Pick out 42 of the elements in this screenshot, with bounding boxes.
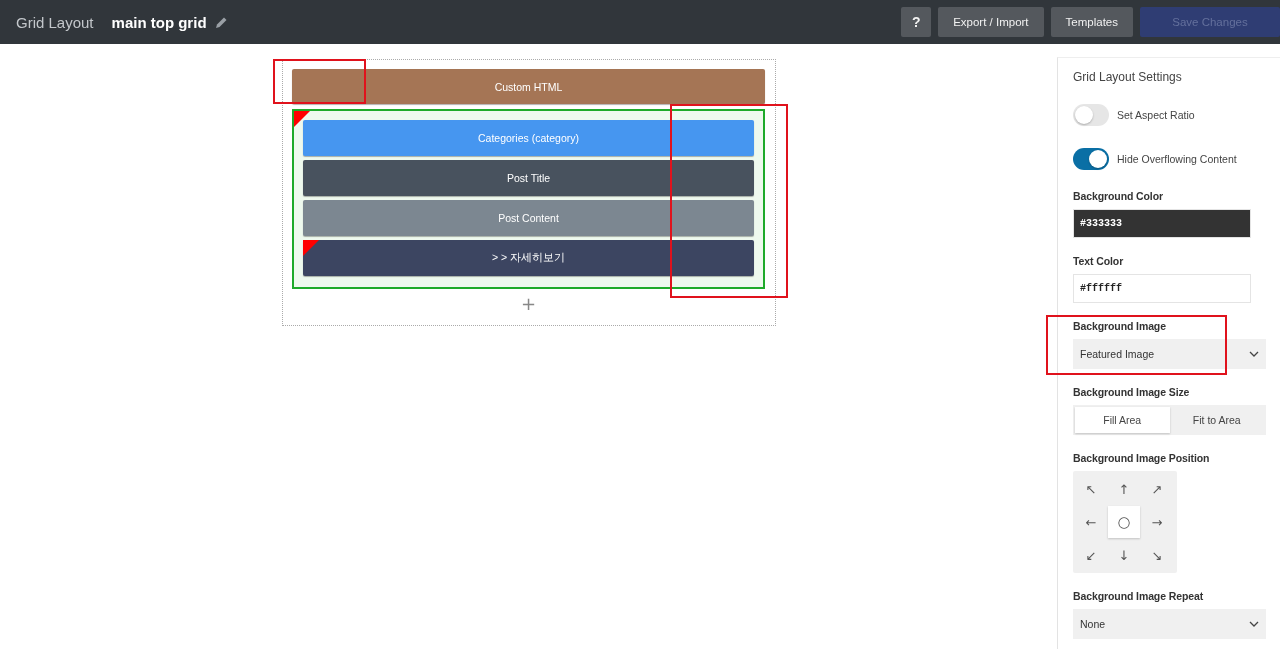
- header-button[interactable]: Templates: [1050, 7, 1133, 37]
- color-field[interactable]: #ffffff: [1073, 274, 1251, 303]
- position-option[interactable]: ○: [1108, 506, 1140, 538]
- grid-element[interactable]: Custom HTML: [292, 69, 765, 104]
- field-label: Background Color: [1073, 190, 1163, 202]
- toggle-switch[interactable]: [1073, 148, 1109, 170]
- color-field[interactable]: #333333: [1073, 209, 1251, 238]
- position-option[interactable]: ←: [1075, 506, 1107, 538]
- chevron-icon: [1249, 621, 1259, 627]
- segment-option[interactable]: Fit to Area: [1169, 407, 1264, 433]
- field-label: Background Image Repeat: [1073, 590, 1204, 602]
- position-option[interactable]: ↖: [1075, 473, 1107, 505]
- layout-name: main top grid: [111, 13, 207, 31]
- header-button[interactable]: Export / Import: [938, 7, 1044, 37]
- field-label: Background Image Size: [1073, 386, 1190, 398]
- pencil-icon[interactable]: [214, 15, 228, 29]
- field-label: Background Image Position: [1073, 452, 1210, 464]
- dropdown-value: None: [1080, 618, 1106, 630]
- position-option[interactable]: ↗: [1141, 473, 1173, 505]
- position-option[interactable]: →: [1141, 506, 1173, 538]
- add-button[interactable]: +: [516, 295, 541, 313]
- grid-group[interactable]: Categories (category) Post Title Post Content > > 자세히보기: [292, 109, 765, 289]
- panel-title: Grid Layout Settings: [1073, 70, 1183, 84]
- help-button[interactable]: ?: [901, 7, 932, 37]
- toggle-switch[interactable]: [1073, 104, 1109, 126]
- app-title: Grid Layout: [16, 13, 94, 31]
- position-option[interactable]: ↓: [1108, 539, 1140, 571]
- dropdown[interactable]: None: [1073, 609, 1266, 639]
- dropdown[interactable]: Featured Image: [1073, 339, 1266, 369]
- position-option[interactable]: ↘: [1141, 539, 1173, 571]
- position-option[interactable]: ↙: [1075, 539, 1107, 571]
- toggle-label: Hide Overflowing Content: [1117, 153, 1237, 165]
- field-label: Text Color: [1073, 255, 1124, 267]
- grid-element[interactable]: Post Content: [303, 200, 754, 236]
- position-option[interactable]: ↑: [1108, 473, 1140, 505]
- dropdown-value: Featured Image: [1080, 348, 1155, 360]
- toggle-label: Set Aspect Ratio: [1117, 109, 1195, 121]
- field-label: Background Image: [1073, 320, 1166, 332]
- chevron-icon: [1249, 351, 1259, 357]
- grid-element[interactable]: Post Title: [303, 160, 754, 196]
- segment-option[interactable]: Fill Area: [1075, 407, 1170, 433]
- grid-element[interactable]: > > 자세히보기: [303, 240, 754, 276]
